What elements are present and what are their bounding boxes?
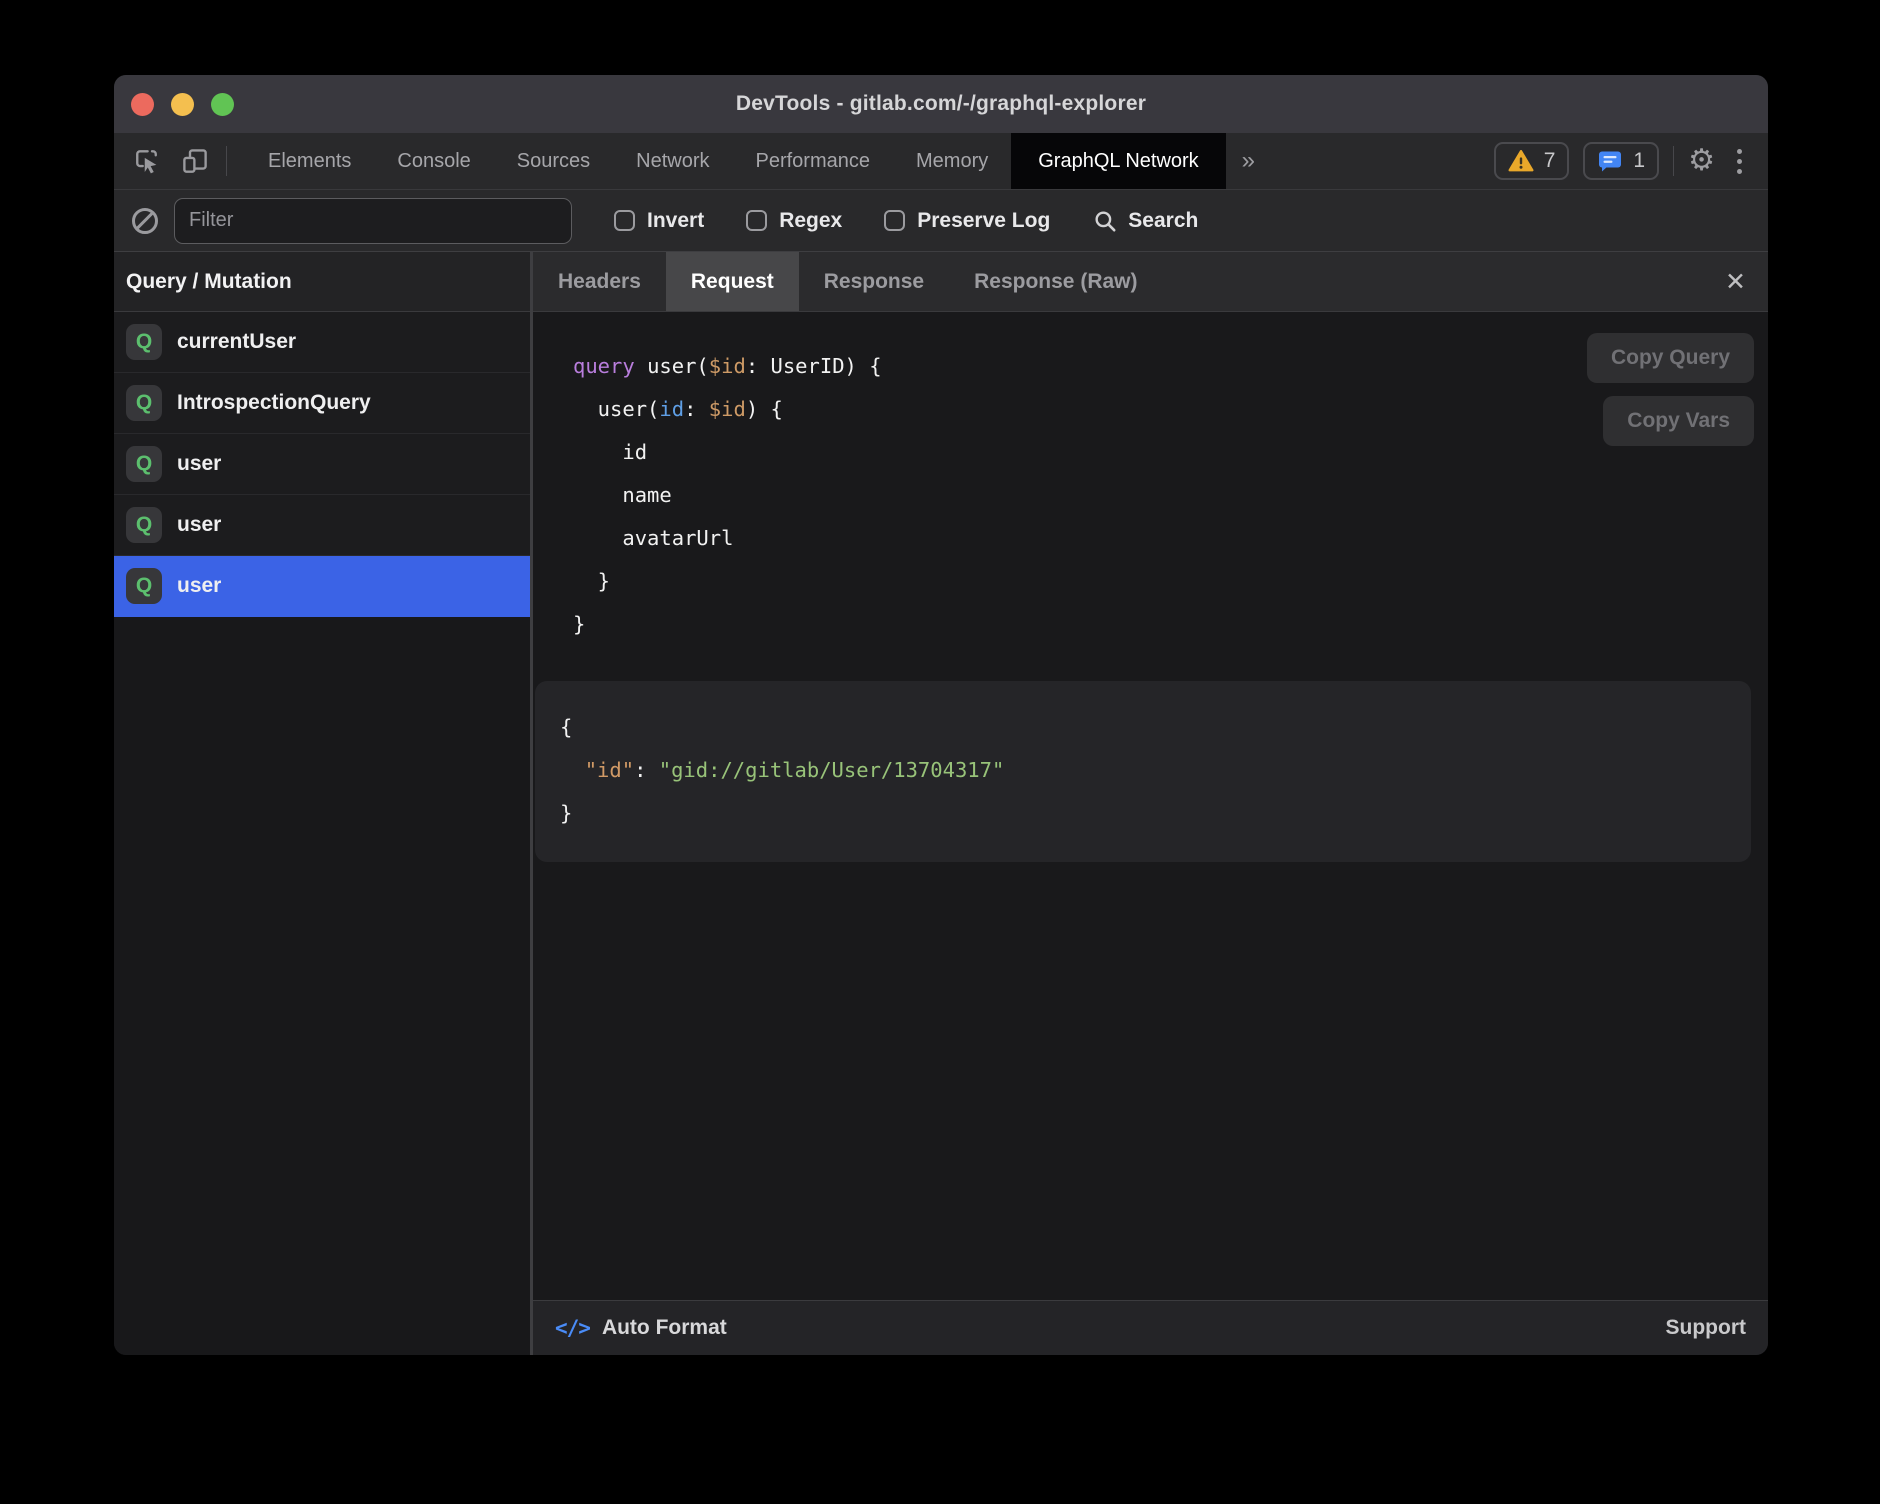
tab-graphql-network[interactable]: GraphQL Network (1011, 133, 1225, 189)
invert-checkbox-group[interactable]: Invert (614, 209, 704, 233)
copy-query-button[interactable]: Copy Query (1587, 333, 1754, 383)
invert-checkbox[interactable] (614, 210, 635, 231)
message-bubble-icon (1597, 149, 1623, 173)
query-type-badge: Q (126, 446, 162, 482)
close-panel-icon[interactable]: ✕ (1703, 252, 1768, 311)
request-view: query user($id: UserID) { user(id: $id) … (533, 312, 1768, 1300)
title-bar: DevTools - gitlab.com/-/graphql-explorer (114, 75, 1768, 133)
query-type-badge: Q (126, 568, 162, 604)
issues-count: 1 (1633, 149, 1645, 173)
code-line: name (573, 474, 1768, 517)
regex-label: Regex (779, 209, 842, 233)
toolbar-divider (226, 146, 227, 176)
tab-sources[interactable]: Sources (494, 133, 613, 189)
auto-format-button[interactable]: </> Auto Format (555, 1316, 727, 1340)
query-list-item[interactable]: Quser (114, 556, 530, 617)
search-icon (1092, 208, 1118, 234)
query-type-badge: Q (126, 385, 162, 421)
tab-response-raw[interactable]: Response (Raw) (949, 252, 1162, 311)
query-variables-code: { "id": "gid://gitlab/User/13704317"} (560, 706, 1727, 835)
customize-menu-icon[interactable] (1729, 149, 1750, 174)
device-toolbar-icon[interactable] (178, 144, 212, 178)
devtools-toolbar: ElementsConsoleSourcesNetworkPerformance… (114, 133, 1768, 190)
tab-response[interactable]: Response (799, 252, 949, 311)
query-variables-block: { "id": "gid://gitlab/User/13704317"} (535, 681, 1751, 862)
query-list-item[interactable]: QcurrentUser (114, 312, 530, 373)
invert-label: Invert (647, 209, 704, 233)
query-name-label: IntrospectionQuery (177, 391, 371, 415)
query-type-badge: Q (126, 324, 162, 360)
query-list: QcurrentUserQIntrospectionQueryQuserQuse… (114, 312, 530, 617)
auto-format-label: Auto Format (602, 1316, 727, 1340)
warning-count: 7 (1544, 149, 1556, 173)
regex-checkbox[interactable] (746, 210, 767, 231)
preserve-log-checkbox-group[interactable]: Preserve Log (884, 209, 1050, 233)
panel-footer: </> Auto Format Support (533, 1300, 1768, 1355)
filter-input[interactable] (174, 198, 572, 244)
support-link[interactable]: Support (1666, 1316, 1746, 1340)
preserve-log-label: Preserve Log (917, 209, 1050, 233)
code-line: "id": "gid://gitlab/User/13704317" (560, 749, 1727, 792)
code-format-icon: </> (555, 1316, 590, 1340)
code-line: } (560, 792, 1727, 835)
tab-headers[interactable]: Headers (533, 252, 666, 311)
query-name-label: currentUser (177, 330, 296, 354)
window-title: DevTools - gitlab.com/-/graphql-explorer (114, 92, 1768, 116)
tab-request[interactable]: Request (666, 252, 799, 311)
search-label: Search (1128, 209, 1198, 233)
tab-network[interactable]: Network (613, 133, 732, 189)
code-line: } (573, 560, 1768, 603)
preserve-log-checkbox[interactable] (884, 210, 905, 231)
query-type-badge: Q (126, 507, 162, 543)
toolbar-right-divider (1673, 146, 1674, 176)
copy-vars-button[interactable]: Copy Vars (1603, 396, 1754, 446)
query-list-item[interactable]: Q IntrospectionQuery (114, 373, 530, 434)
devtools-window: DevTools - gitlab.com/-/graphql-explorer… (114, 75, 1768, 1355)
query-name-label: user (177, 513, 221, 537)
tab-performance[interactable]: Performance (733, 133, 894, 189)
devtools-tab-strip: ElementsConsoleSourcesNetworkPerformance… (245, 133, 1226, 189)
filter-bar: Invert Regex Preserve Log Search (114, 190, 1768, 252)
sidebar-header: Query / Mutation (114, 252, 530, 312)
more-tabs-button[interactable]: » (1226, 133, 1271, 189)
query-name-label: user (177, 452, 221, 476)
regex-checkbox-group[interactable]: Regex (746, 209, 842, 233)
warning-triangle-icon (1508, 149, 1534, 173)
code-line: avatarUrl (573, 517, 1768, 560)
clear-icon[interactable] (132, 208, 158, 234)
code-line: { (560, 706, 1727, 749)
warnings-badge[interactable]: 7 (1494, 142, 1570, 180)
query-list-item[interactable]: Quser (114, 495, 530, 556)
tab-elements[interactable]: Elements (245, 133, 374, 189)
tab-console[interactable]: Console (374, 133, 493, 189)
search-control[interactable]: Search (1092, 208, 1198, 234)
settings-gear-icon[interactable]: ⚙ (1688, 146, 1715, 176)
detail-panel: HeadersRequestResponseResponse (Raw) ✕ q… (533, 252, 1768, 1355)
query-list-item[interactable]: Quser (114, 434, 530, 495)
query-name-label: user (177, 574, 221, 598)
detail-tab-strip: HeadersRequestResponseResponse (Raw) ✕ (533, 252, 1768, 312)
tab-memory[interactable]: Memory (893, 133, 1011, 189)
inspect-element-icon[interactable] (130, 144, 164, 178)
query-sidebar: Query / Mutation QcurrentUserQIntrospect… (114, 252, 533, 1355)
code-line: } (573, 603, 1768, 646)
issues-badge[interactable]: 1 (1583, 142, 1659, 180)
